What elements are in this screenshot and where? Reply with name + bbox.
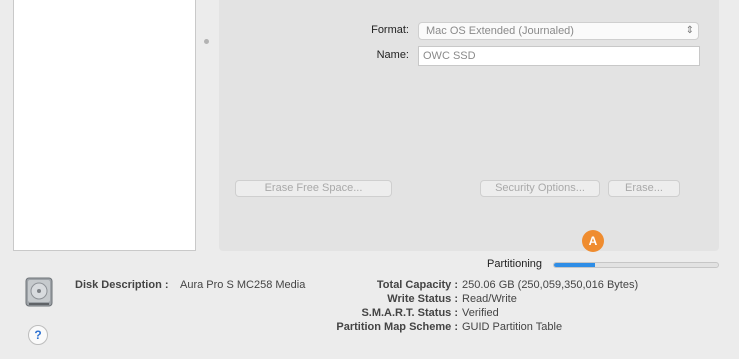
smart-status-label: S.M.A.R.T. Status : bbox=[361, 307, 458, 319]
smart-status-value: Verified bbox=[462, 307, 499, 319]
erase-free-space-button[interactable]: Erase Free Space... bbox=[235, 180, 392, 197]
total-capacity-value: 250.06 GB (250,059,350,016 Bytes) bbox=[462, 279, 639, 291]
partition-map-value: GUID Partition Table bbox=[462, 321, 563, 333]
step-badge: A bbox=[582, 230, 604, 252]
erase-panel: Format: Mac OS Extended (Journaled) ⇕ Na… bbox=[219, 0, 719, 251]
progress-bar-fill bbox=[554, 263, 595, 267]
write-status-value: Read/Write bbox=[462, 293, 517, 305]
hard-disk-icon bbox=[24, 277, 54, 307]
name-label: Name: bbox=[376, 49, 409, 61]
help-icon[interactable]: ? bbox=[28, 325, 48, 345]
total-capacity-label: Total Capacity : bbox=[376, 279, 458, 291]
format-select[interactable]: Mac OS Extended (Journaled) ⇕ bbox=[418, 22, 699, 40]
format-label: Format: bbox=[371, 24, 409, 36]
progress-bar bbox=[553, 262, 719, 268]
format-value: Mac OS Extended (Journaled) bbox=[426, 25, 574, 37]
split-view-handle[interactable] bbox=[204, 39, 209, 44]
disk-description-label: Disk Description : bbox=[75, 279, 169, 291]
disk-list[interactable] bbox=[13, 0, 196, 251]
write-status-label: Write Status : bbox=[387, 293, 458, 305]
progress-label: Partitioning bbox=[487, 258, 543, 270]
security-options-button[interactable]: Security Options... bbox=[480, 180, 600, 197]
erase-button[interactable]: Erase... bbox=[608, 180, 680, 197]
updown-chevron-icon: ⇕ bbox=[685, 25, 694, 36]
name-field[interactable]: OWC SSD bbox=[418, 46, 700, 66]
partition-map-label: Partition Map Scheme : bbox=[336, 321, 458, 333]
